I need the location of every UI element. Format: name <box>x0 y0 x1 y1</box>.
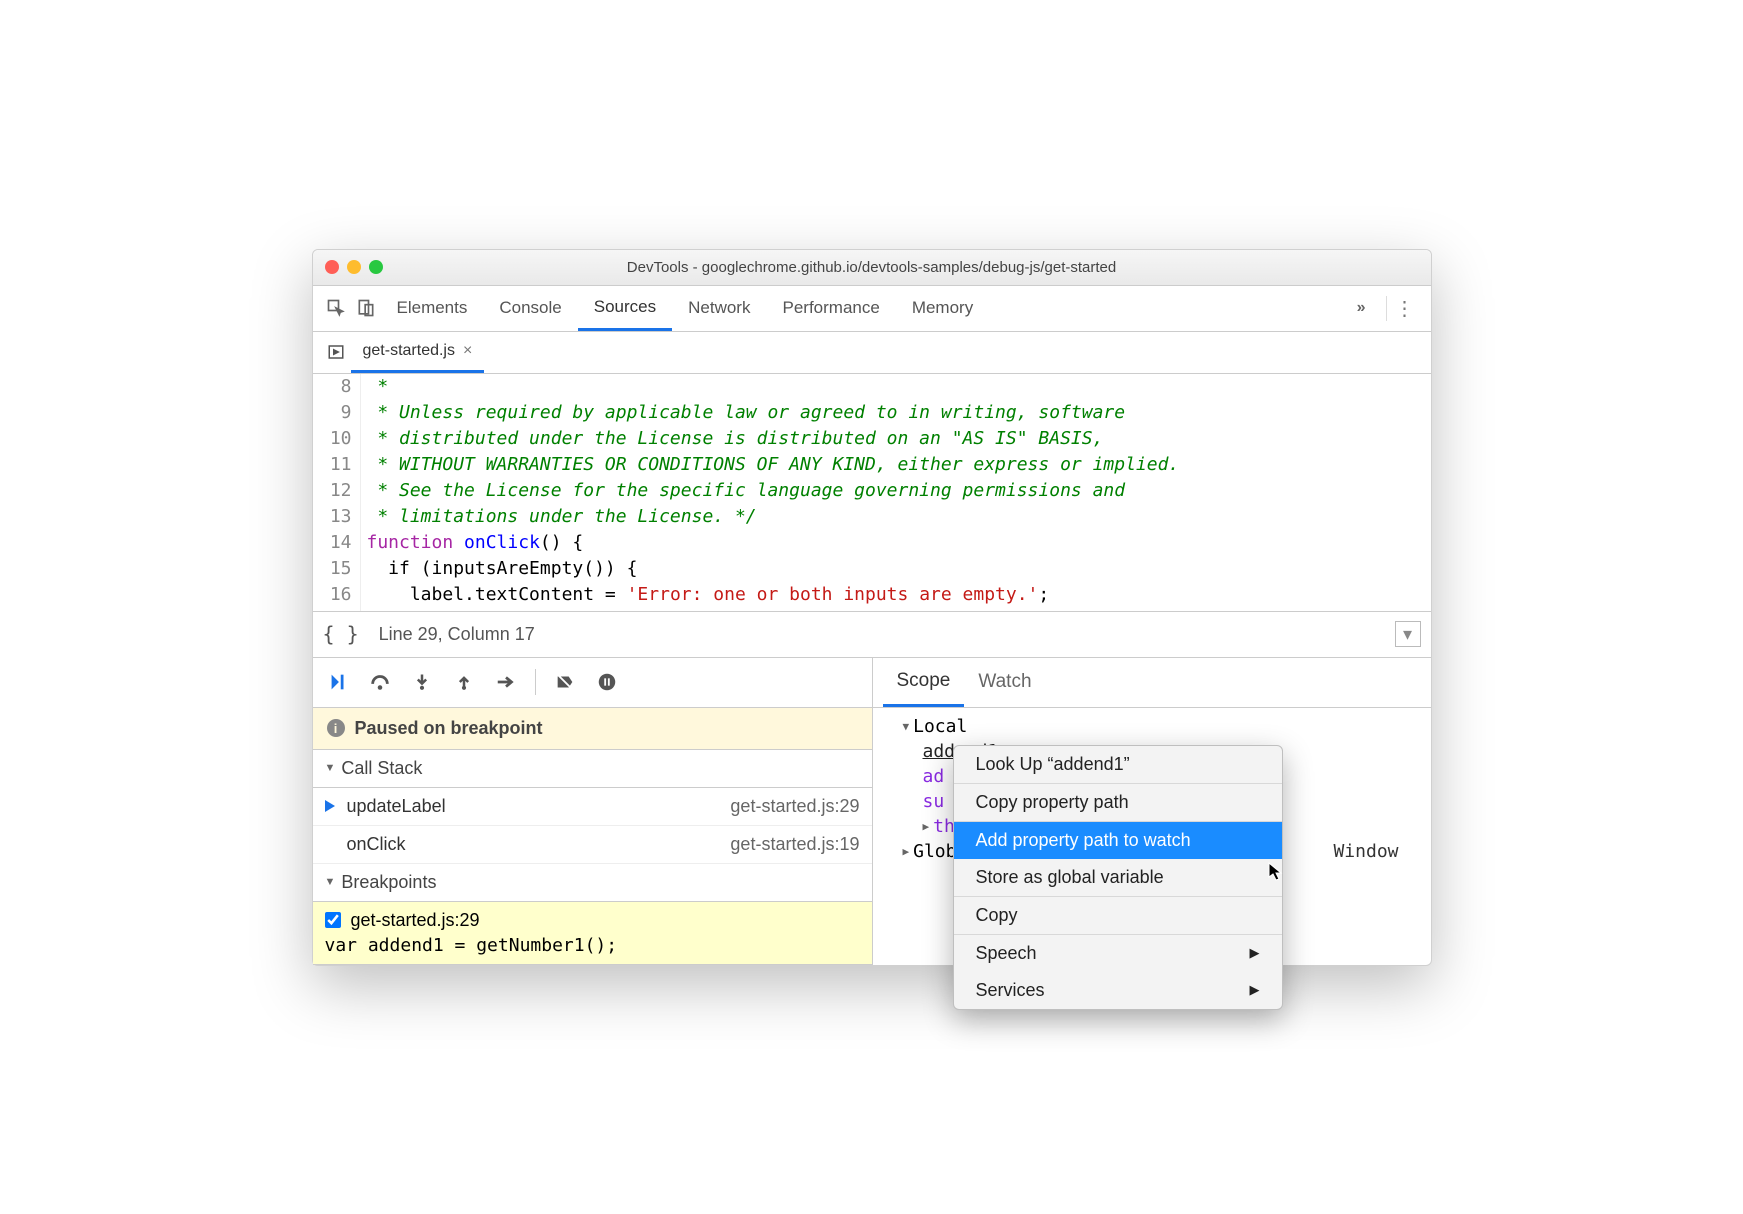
collapse-icon[interactable]: ▾ <box>1395 621 1421 647</box>
breakpoint-code: var addend1 = getNumber1(); <box>325 935 860 956</box>
resume-button[interactable] <box>325 669 351 695</box>
code-lines: * * Unless required by applicable law or… <box>361 374 1180 611</box>
submenu-arrow-icon: ▶ <box>1250 982 1260 998</box>
triangle-down-icon: ▼ <box>903 720 910 733</box>
panel-tabs: ElementsConsoleSourcesNetworkPerformance… <box>381 285 1349 331</box>
panel-tab-performance[interactable]: Performance <box>766 285 895 331</box>
devtools-toolbar: ElementsConsoleSourcesNetworkPerformance… <box>313 286 1431 332</box>
call-stack-header[interactable]: ▼ Call Stack <box>313 750 872 788</box>
local-scope-label: Local <box>913 716 967 737</box>
code-editor[interactable]: 8910111213141516 * * Unless required by … <box>313 374 1431 612</box>
menu-item-label: Copy <box>976 905 1018 926</box>
file-tab-get-started[interactable]: get-started.js × <box>351 331 485 373</box>
debugger-left-panel: i Paused on breakpoint ▼ Call Stack upda… <box>313 658 873 965</box>
deactivate-breakpoints-button[interactable] <box>552 669 578 695</box>
panel-tab-memory[interactable]: Memory <box>896 285 989 331</box>
frame-function: updateLabel <box>347 796 446 817</box>
more-tabs-icon[interactable]: » <box>1357 299 1366 317</box>
window-title: DevTools - googlechrome.github.io/devtoo… <box>313 259 1431 276</box>
step-out-button[interactable] <box>451 669 477 695</box>
scope-local-header[interactable]: ▼ Local <box>873 714 1431 739</box>
menu-item-label: Speech <box>976 943 1037 964</box>
step-into-button[interactable] <box>409 669 435 695</box>
menu-item-label: Add property path to watch <box>976 830 1191 851</box>
scope-tab-scope[interactable]: Scope <box>883 658 965 707</box>
context-menu-item[interactable]: Look Up “addend1” <box>954 746 1282 783</box>
cursor-icon <box>1268 862 1284 882</box>
toolbar-separator <box>535 669 536 695</box>
triangle-right-icon: ▶ <box>923 820 930 833</box>
file-tab-bar: get-started.js × <box>313 332 1431 374</box>
variable-name: su <box>923 791 945 812</box>
devtools-window: DevTools - googlechrome.github.io/devtoo… <box>312 249 1432 966</box>
context-menu-item[interactable]: Services ▶ <box>954 972 1282 1009</box>
scope-watch-tabs: ScopeWatch <box>873 658 1431 708</box>
global-scope-value: Window <box>1333 841 1418 862</box>
menu-item-label: Look Up “addend1” <box>976 754 1130 775</box>
pause-on-exceptions-button[interactable] <box>594 669 620 695</box>
global-scope-label: Glob <box>913 841 956 862</box>
menu-item-label: Store as global variable <box>976 867 1164 888</box>
panel-tab-sources[interactable]: Sources <box>578 285 672 331</box>
toggle-device-icon[interactable] <box>351 293 381 323</box>
call-stack-frame[interactable]: onClick get-started.js:19 <box>313 826 872 864</box>
triangle-down-icon: ▼ <box>325 762 336 774</box>
frame-function: onClick <box>347 834 406 855</box>
context-menu-item[interactable]: Copy property path <box>954 784 1282 821</box>
triangle-down-icon: ▼ <box>325 876 336 888</box>
context-menu-item[interactable]: Copy <box>954 897 1282 934</box>
triangle-right-icon: ▶ <box>903 845 910 858</box>
menu-item-label: Copy property path <box>976 792 1129 813</box>
panel-tab-network[interactable]: Network <box>672 285 766 331</box>
line-gutter: 8910111213141516 <box>313 374 361 611</box>
context-menu-item[interactable]: Add property path to watch <box>954 822 1282 859</box>
file-tab-label: get-started.js <box>363 342 455 360</box>
inspect-element-icon[interactable] <box>321 293 351 323</box>
window-titlebar: DevTools - googlechrome.github.io/devtoo… <box>313 250 1431 286</box>
context-menu-item[interactable]: Speech ▶ <box>954 935 1282 972</box>
step-over-button[interactable] <box>367 669 393 695</box>
breakpoints-label: Breakpoints <box>341 872 436 893</box>
pretty-print-icon[interactable]: { } <box>323 622 359 646</box>
frame-location: get-started.js:29 <box>730 796 859 817</box>
call-stack-label: Call Stack <box>341 758 422 779</box>
variable-name: th <box>933 816 955 837</box>
context-menu-item[interactable]: Store as global variable <box>954 859 1282 896</box>
breakpoint-row[interactable]: get-started.js:29 var addend1 = getNumber… <box>313 902 872 965</box>
settings-menu-icon[interactable]: ⋮ <box>1386 296 1423 321</box>
breakpoints-header[interactable]: ▼ Breakpoints <box>313 864 872 902</box>
call-stack-frame[interactable]: updateLabel get-started.js:29 <box>313 788 872 826</box>
paused-message: Paused on breakpoint <box>355 718 543 739</box>
info-icon: i <box>327 719 345 737</box>
close-file-tab-icon[interactable]: × <box>463 342 472 360</box>
paused-banner: i Paused on breakpoint <box>313 708 872 750</box>
show-navigator-icon[interactable] <box>321 343 351 361</box>
context-menu: Look Up “addend1” Copy property path Add p… <box>953 745 1283 1010</box>
debug-toolbar <box>313 658 872 708</box>
editor-status-bar: { } Line 29, Column 17 ▾ <box>313 612 1431 658</box>
breakpoint-checkbox[interactable] <box>325 912 341 928</box>
scope-tab-watch[interactable]: Watch <box>964 658 1045 707</box>
variable-name: ad <box>923 766 945 787</box>
frame-location: get-started.js:19 <box>730 834 859 855</box>
panel-tab-console[interactable]: Console <box>483 285 577 331</box>
breakpoint-label: get-started.js:29 <box>351 910 480 931</box>
panel-tab-elements[interactable]: Elements <box>381 285 484 331</box>
cursor-position: Line 29, Column 17 <box>379 624 535 645</box>
menu-item-label: Services <box>976 980 1045 1001</box>
submenu-arrow-icon: ▶ <box>1250 945 1260 961</box>
step-button[interactable] <box>493 669 519 695</box>
